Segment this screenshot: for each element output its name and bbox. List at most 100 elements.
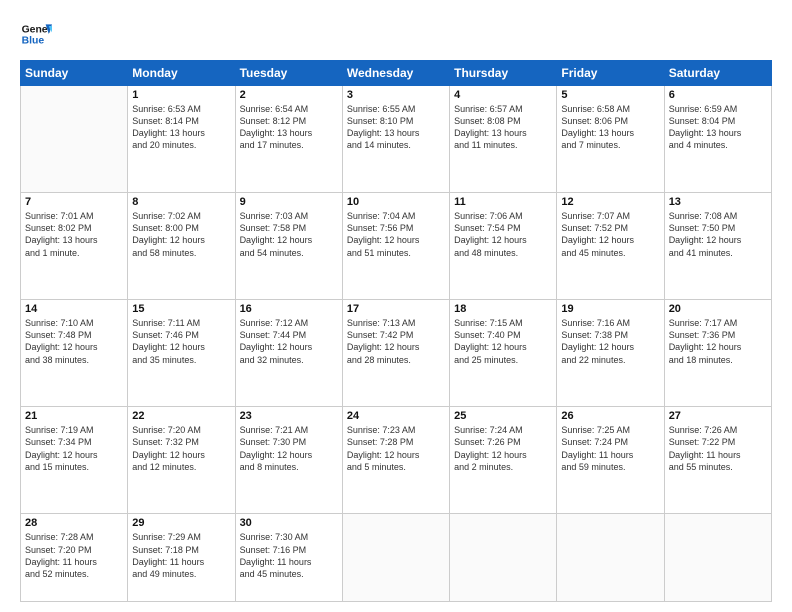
day-number: 20 bbox=[669, 303, 767, 315]
calendar-cell: 8 Sunrise: 7:02 AM Sunset: 8:00 PM Daylig… bbox=[128, 193, 235, 300]
day-number: 10 bbox=[347, 196, 445, 208]
day-info: Sunrise: 6:59 AM Sunset: 8:04 PM Dayligh… bbox=[669, 103, 767, 152]
calendar-cell: 21Sunrise: 7:19 AM Sunset: 7:34 PM Dayli… bbox=[21, 407, 128, 514]
day-info: Sunrise: 7:13 AM Sunset: 7:42 PM Dayligh… bbox=[347, 317, 445, 366]
calendar-cell: 11 Sunrise: 7:06 AM Sunset: 7:54 PM Dayli… bbox=[450, 193, 557, 300]
day-number: 12 bbox=[561, 196, 659, 208]
day-number: 24 bbox=[347, 410, 445, 422]
calendar-cell: 22Sunrise: 7:20 AM Sunset: 7:32 PM Dayli… bbox=[128, 407, 235, 514]
calendar-header-row: SundayMondayTuesdayWednesdayThursdayFrid… bbox=[21, 61, 772, 86]
calendar-week-1: 1 Sunrise: 6:53 AM Sunset: 8:14 PM Daylig… bbox=[21, 86, 772, 193]
day-number: 25 bbox=[454, 410, 552, 422]
day-info: Sunrise: 7:06 AM Sunset: 7:54 PM Dayligh… bbox=[454, 210, 552, 259]
day-number: 22 bbox=[132, 410, 230, 422]
calendar-cell: 26 Sunrise: 7:25 AM Sunset: 7:24 PM Dayli… bbox=[557, 407, 664, 514]
weekday-header-sunday: Sunday bbox=[21, 61, 128, 86]
day-info: Sunrise: 7:04 AM Sunset: 7:56 PM Dayligh… bbox=[347, 210, 445, 259]
calendar-cell: 14 Sunrise: 7:10 AM Sunset: 7:48 PM Dayli… bbox=[21, 300, 128, 407]
calendar-week-3: 14 Sunrise: 7:10 AM Sunset: 7:48 PM Dayli… bbox=[21, 300, 772, 407]
logo: General Blue bbox=[20, 18, 56, 50]
day-info: Sunrise: 7:16 AM Sunset: 7:38 PM Dayligh… bbox=[561, 317, 659, 366]
calendar-cell: 10 Sunrise: 7:04 AM Sunset: 7:56 PM Dayli… bbox=[342, 193, 449, 300]
day-info: Sunrise: 6:54 AM Sunset: 8:12 PM Dayligh… bbox=[240, 103, 338, 152]
day-number: 19 bbox=[561, 303, 659, 315]
day-number: 1 bbox=[132, 89, 230, 101]
day-info: Sunrise: 6:57 AM Sunset: 8:08 PM Dayligh… bbox=[454, 103, 552, 152]
calendar-cell: 9 Sunrise: 7:03 AM Sunset: 7:58 PM Daylig… bbox=[235, 193, 342, 300]
calendar-cell: 23 Sunrise: 7:21 AM Sunset: 7:30 PM Dayli… bbox=[235, 407, 342, 514]
day-number: 23 bbox=[240, 410, 338, 422]
calendar-cell: 4 Sunrise: 6:57 AM Sunset: 8:08 PM Daylig… bbox=[450, 86, 557, 193]
day-number: 26 bbox=[561, 410, 659, 422]
day-info: Sunrise: 7:17 AM Sunset: 7:36 PM Dayligh… bbox=[669, 317, 767, 366]
day-info: Sunrise: 7:30 AM Sunset: 7:16 PM Dayligh… bbox=[240, 531, 338, 580]
calendar-cell: 5 Sunrise: 6:58 AM Sunset: 8:06 PM Daylig… bbox=[557, 86, 664, 193]
day-info: Sunrise: 7:15 AM Sunset: 7:40 PM Dayligh… bbox=[454, 317, 552, 366]
calendar-week-2: 7 Sunrise: 7:01 AM Sunset: 8:02 PM Daylig… bbox=[21, 193, 772, 300]
day-info: Sunrise: 7:08 AM Sunset: 7:50 PM Dayligh… bbox=[669, 210, 767, 259]
calendar-cell: 15Sunrise: 7:11 AM Sunset: 7:46 PM Dayli… bbox=[128, 300, 235, 407]
day-info: Sunrise: 7:24 AM Sunset: 7:26 PM Dayligh… bbox=[454, 424, 552, 473]
day-number: 15 bbox=[132, 303, 230, 315]
calendar-cell: 12 Sunrise: 7:07 AM Sunset: 7:52 PM Dayli… bbox=[557, 193, 664, 300]
day-number: 30 bbox=[240, 517, 338, 529]
calendar-week-4: 21Sunrise: 7:19 AM Sunset: 7:34 PM Dayli… bbox=[21, 407, 772, 514]
day-number: 7 bbox=[25, 196, 123, 208]
calendar-cell: 7 Sunrise: 7:01 AM Sunset: 8:02 PM Daylig… bbox=[21, 193, 128, 300]
weekday-header-wednesday: Wednesday bbox=[342, 61, 449, 86]
day-number: 11 bbox=[454, 196, 552, 208]
calendar-cell: 1 Sunrise: 6:53 AM Sunset: 8:14 PM Daylig… bbox=[128, 86, 235, 193]
calendar-cell bbox=[21, 86, 128, 193]
weekday-header-friday: Friday bbox=[557, 61, 664, 86]
calendar-cell bbox=[450, 514, 557, 602]
day-number: 4 bbox=[454, 89, 552, 101]
calendar-cell: 16Sunrise: 7:12 AM Sunset: 7:44 PM Dayli… bbox=[235, 300, 342, 407]
calendar-cell: 20 Sunrise: 7:17 AM Sunset: 7:36 PM Dayli… bbox=[664, 300, 771, 407]
svg-text:Blue: Blue bbox=[22, 36, 45, 47]
logo-icon: General Blue bbox=[20, 18, 52, 50]
calendar-cell: 18 Sunrise: 7:15 AM Sunset: 7:40 PM Dayli… bbox=[450, 300, 557, 407]
calendar-cell: 13 Sunrise: 7:08 AM Sunset: 7:50 PM Dayli… bbox=[664, 193, 771, 300]
calendar-cell bbox=[557, 514, 664, 602]
calendar-cell: 3 Sunrise: 6:55 AM Sunset: 8:10 PM Daylig… bbox=[342, 86, 449, 193]
calendar-cell bbox=[664, 514, 771, 602]
day-info: Sunrise: 7:19 AM Sunset: 7:34 PM Dayligh… bbox=[25, 424, 123, 473]
day-info: Sunrise: 7:10 AM Sunset: 7:48 PM Dayligh… bbox=[25, 317, 123, 366]
calendar-week-5: 28 Sunrise: 7:28 AM Sunset: 7:20 PM Dayli… bbox=[21, 514, 772, 602]
day-info: Sunrise: 6:58 AM Sunset: 8:06 PM Dayligh… bbox=[561, 103, 659, 152]
day-number: 5 bbox=[561, 89, 659, 101]
day-info: Sunrise: 7:21 AM Sunset: 7:30 PM Dayligh… bbox=[240, 424, 338, 473]
calendar-cell: 24 Sunrise: 7:23 AM Sunset: 7:28 PM Dayli… bbox=[342, 407, 449, 514]
calendar-cell: 19 Sunrise: 7:16 AM Sunset: 7:38 PM Dayli… bbox=[557, 300, 664, 407]
calendar-cell: 27Sunrise: 7:26 AM Sunset: 7:22 PM Dayli… bbox=[664, 407, 771, 514]
day-number: 6 bbox=[669, 89, 767, 101]
day-number: 3 bbox=[347, 89, 445, 101]
day-info: Sunrise: 7:23 AM Sunset: 7:28 PM Dayligh… bbox=[347, 424, 445, 473]
calendar-cell: 28 Sunrise: 7:28 AM Sunset: 7:20 PM Dayli… bbox=[21, 514, 128, 602]
day-info: Sunrise: 6:53 AM Sunset: 8:14 PM Dayligh… bbox=[132, 103, 230, 152]
day-info: Sunrise: 7:02 AM Sunset: 8:00 PM Dayligh… bbox=[132, 210, 230, 259]
day-number: 8 bbox=[132, 196, 230, 208]
day-info: Sunrise: 7:29 AM Sunset: 7:18 PM Dayligh… bbox=[132, 531, 230, 580]
day-info: Sunrise: 7:03 AM Sunset: 7:58 PM Dayligh… bbox=[240, 210, 338, 259]
header: General Blue bbox=[20, 18, 772, 50]
calendar-cell: 30 Sunrise: 7:30 AM Sunset: 7:16 PM Dayli… bbox=[235, 514, 342, 602]
day-info: Sunrise: 7:01 AM Sunset: 8:02 PM Dayligh… bbox=[25, 210, 123, 259]
calendar-cell: 25 Sunrise: 7:24 AM Sunset: 7:26 PM Dayli… bbox=[450, 407, 557, 514]
day-info: Sunrise: 7:07 AM Sunset: 7:52 PM Dayligh… bbox=[561, 210, 659, 259]
weekday-header-tuesday: Tuesday bbox=[235, 61, 342, 86]
day-info: Sunrise: 7:25 AM Sunset: 7:24 PM Dayligh… bbox=[561, 424, 659, 473]
day-info: Sunrise: 6:55 AM Sunset: 8:10 PM Dayligh… bbox=[347, 103, 445, 152]
day-info: Sunrise: 7:12 AM Sunset: 7:44 PM Dayligh… bbox=[240, 317, 338, 366]
weekday-header-saturday: Saturday bbox=[664, 61, 771, 86]
day-number: 28 bbox=[25, 517, 123, 529]
calendar-cell: 29Sunrise: 7:29 AM Sunset: 7:18 PM Dayli… bbox=[128, 514, 235, 602]
calendar-cell: 2Sunrise: 6:54 AM Sunset: 8:12 PM Daylig… bbox=[235, 86, 342, 193]
day-number: 9 bbox=[240, 196, 338, 208]
day-number: 13 bbox=[669, 196, 767, 208]
day-number: 14 bbox=[25, 303, 123, 315]
day-number: 17 bbox=[347, 303, 445, 315]
weekday-header-thursday: Thursday bbox=[450, 61, 557, 86]
day-info: Sunrise: 7:28 AM Sunset: 7:20 PM Dayligh… bbox=[25, 531, 123, 580]
day-number: 18 bbox=[454, 303, 552, 315]
